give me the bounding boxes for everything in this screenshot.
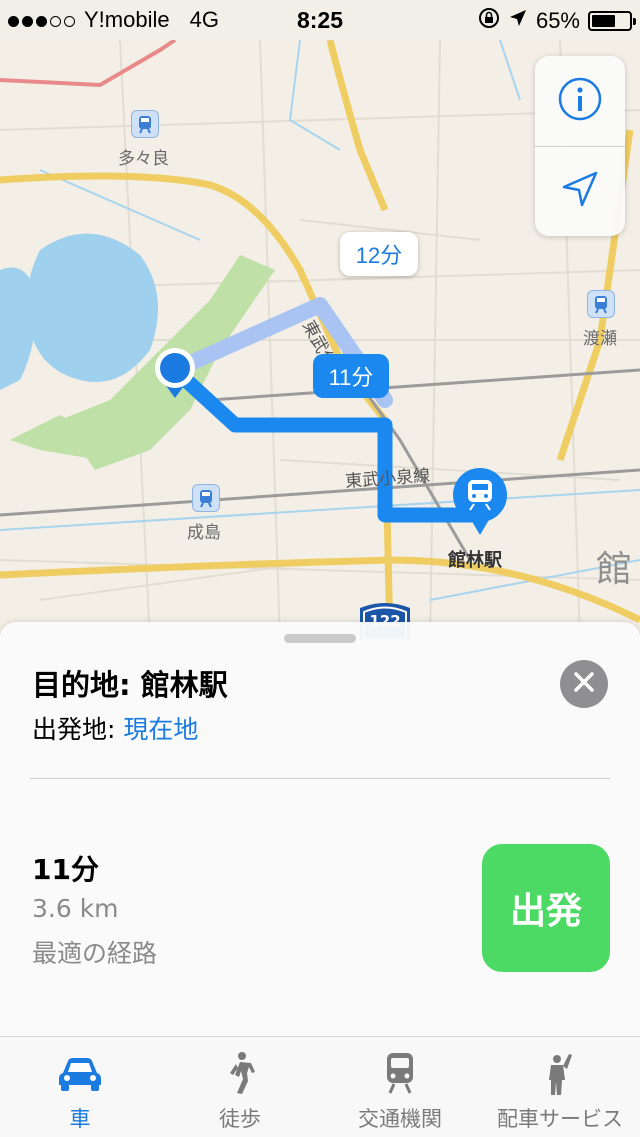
sheet-divider [30, 778, 610, 779]
hailing-person-icon [543, 1049, 577, 1097]
station-marker-icon[interactable] [131, 110, 159, 138]
route-distance: 3.6 km [32, 894, 119, 923]
origin-prefix: 出発地: [32, 715, 124, 744]
station-label-narushima: 成島 [187, 523, 221, 543]
tab-car[interactable]: 車 [0, 1037, 160, 1137]
battery-icon [588, 11, 636, 31]
close-button[interactable] [560, 660, 608, 708]
destination-station-label[interactable]: 館林駅 [448, 546, 502, 572]
route-duration: 11分 [32, 853, 99, 886]
info-button[interactable] [535, 56, 625, 146]
station-marker-icon[interactable] [192, 484, 220, 512]
station-marker-icon[interactable] [587, 290, 615, 318]
rotation-lock-icon [478, 7, 500, 35]
track-location-button[interactable] [535, 146, 625, 236]
tab-label-ride: 配車サービス [497, 1107, 623, 1131]
tab-label-car: 車 [69, 1107, 91, 1131]
station-label-tatara: 多々良 [118, 149, 169, 169]
battery-percent: 65% [535, 8, 580, 33]
route-card: 目的地: 館林駅 出発地: 現在地 11分 3.6 km 最適の経路 出発 [0, 622, 640, 1036]
city-label: 館 [596, 549, 633, 590]
info-icon [557, 76, 603, 126]
alternate-route-callout[interactable]: 12分 [340, 232, 418, 276]
close-icon [573, 671, 595, 697]
tab-walk[interactable]: 徒歩 [160, 1037, 320, 1137]
destination-title: 目的地: 館林駅 [32, 668, 228, 702]
status-bar: Y!mobile 4G 8:25 65% [0, 0, 640, 40]
origin-row: 出発地: 現在地 [32, 710, 198, 746]
location-arrow-icon [558, 167, 602, 215]
transport-mode-tabbar: 車 徒歩 交通機関 配車サービス [0, 1036, 640, 1137]
go-button[interactable]: 出発 [482, 844, 610, 972]
tab-label-walk: 徒歩 [219, 1107, 261, 1131]
main-route-callout[interactable]: 11分 [313, 354, 389, 398]
tab-transit[interactable]: 交通機関 [320, 1037, 480, 1137]
tab-ride[interactable]: 配車サービス [480, 1037, 640, 1137]
origin-link[interactable]: 現在地 [123, 715, 198, 744]
station-label-watarase: 渡瀬 [583, 329, 617, 349]
sheet-grabber[interactable] [284, 634, 356, 643]
train-icon [383, 1049, 417, 1097]
location-arrow-icon [508, 8, 528, 34]
car-icon [57, 1049, 103, 1097]
tab-label-transit: 交通機関 [358, 1107, 442, 1131]
route-description: 最適の経路 [32, 939, 158, 968]
map-controls [535, 56, 625, 236]
status-bar-right: 65% [478, 7, 636, 35]
walking-person-icon [223, 1049, 257, 1097]
